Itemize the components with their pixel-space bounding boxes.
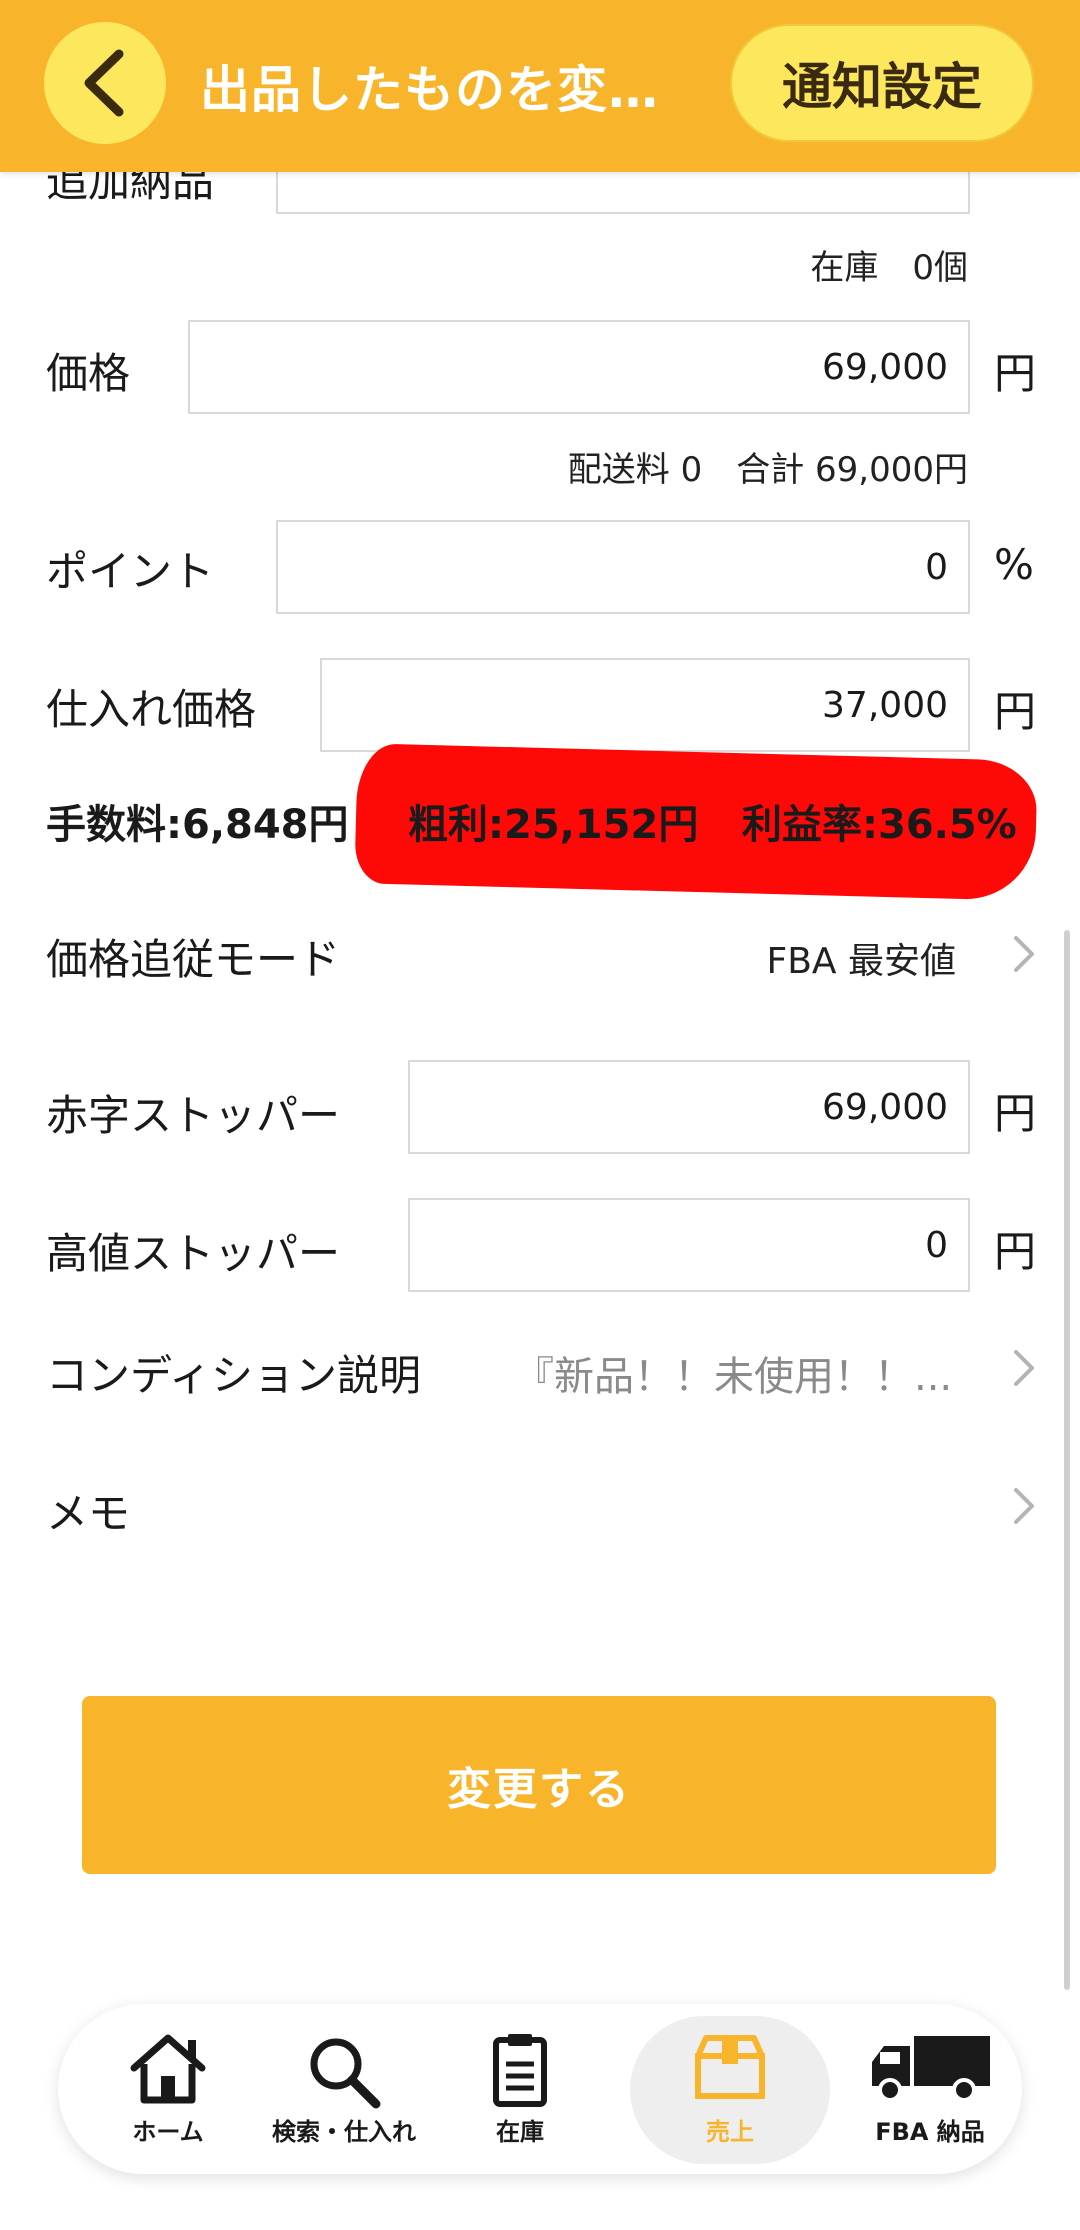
chevron-right-icon	[1014, 1350, 1034, 1386]
point-value: 0	[925, 546, 948, 588]
loss-stopper-unit: 円	[994, 1089, 1037, 1138]
tab-home[interactable]: ホーム	[78, 2004, 258, 2174]
box-icon	[695, 2035, 765, 2099]
home-icon	[130, 2034, 206, 2104]
high-stopper-unit: 円	[994, 1227, 1037, 1276]
condition-description-value: 『新品！！未使用！！...	[514, 1354, 953, 1400]
fee-text: 手数料:6,848円	[46, 802, 349, 848]
price-value: 69,000	[822, 346, 948, 388]
loss-stopper-label: 赤字ストッパー	[46, 1091, 341, 1140]
app-header: 出品したものを変… 通知設定	[0, 0, 1080, 172]
back-button[interactable]	[44, 22, 166, 144]
scrollbar[interactable]	[1064, 930, 1070, 1990]
tab-fba-delivery-label: FBA 納品	[875, 2118, 985, 2146]
truck-icon	[872, 2036, 990, 2102]
submit-change-button[interactable]: 変更する	[82, 1696, 996, 1874]
tab-search[interactable]: 検索・仕入れ	[254, 2004, 434, 2174]
high-stopper-input[interactable]: 0	[408, 1198, 970, 1292]
tab-inventory-label: 在庫	[496, 2118, 544, 2146]
tab-fba-delivery[interactable]: FBA 納品	[850, 2004, 1010, 2174]
cost-price-unit: 円	[994, 687, 1037, 736]
cost-price-input[interactable]: 37,000	[320, 658, 970, 752]
tab-inventory[interactable]: 在庫	[430, 2004, 610, 2174]
cost-price-value: 37,000	[822, 684, 948, 726]
condition-description-row[interactable]: コンディション説明 『新品！！未使用！！...	[0, 1318, 1080, 1418]
chevron-right-icon	[1014, 1488, 1034, 1524]
price-tracking-value: FBA 最安値	[766, 941, 956, 982]
loss-stopper-value: 69,000	[822, 1086, 948, 1128]
price-label: 価格	[46, 349, 131, 398]
price-input[interactable]: 69,000	[188, 320, 970, 414]
bottom-tab-bar: ホーム 検索・仕入れ 在庫 売上 FBA 納品	[58, 2004, 1022, 2174]
profit-rate-text: 利益率:36.5%	[742, 802, 1017, 848]
cost-price-label: 仕入れ価格	[46, 685, 257, 734]
stock-count-text: 在庫 0個	[810, 248, 968, 288]
shipping-total-text: 配送料 0 合計 69,000円	[567, 450, 968, 490]
loss-stopper-input[interactable]: 69,000	[408, 1060, 970, 1154]
clipboard-icon	[493, 2034, 547, 2107]
tab-sales[interactable]: 売上	[630, 2004, 830, 2174]
memo-label: メモ	[46, 1489, 131, 1538]
price-unit: 円	[994, 349, 1037, 398]
chevron-right-icon	[1014, 936, 1034, 972]
point-unit: %	[994, 540, 1034, 589]
page-title: 出品したものを変…	[200, 61, 659, 119]
notification-settings-button[interactable]: 通知設定	[730, 24, 1034, 142]
high-stopper-label: 高値ストッパー	[46, 1229, 341, 1278]
high-stopper-value: 0	[925, 1224, 948, 1266]
search-icon	[310, 2038, 381, 2109]
gross-profit-text: 粗利:25,152円	[408, 802, 699, 848]
point-label: ポイント	[46, 547, 215, 596]
memo-row[interactable]: メモ	[0, 1456, 1080, 1556]
tab-sales-label: 売上	[706, 2118, 754, 2146]
condition-description-label: コンディション説明	[46, 1351, 422, 1400]
chevron-left-icon	[84, 49, 124, 117]
price-tracking-label: 価格追従モード	[46, 935, 341, 984]
point-input[interactable]: 0	[276, 520, 970, 614]
price-tracking-row[interactable]: 価格追従モード FBA 最安値	[0, 900, 1080, 1010]
